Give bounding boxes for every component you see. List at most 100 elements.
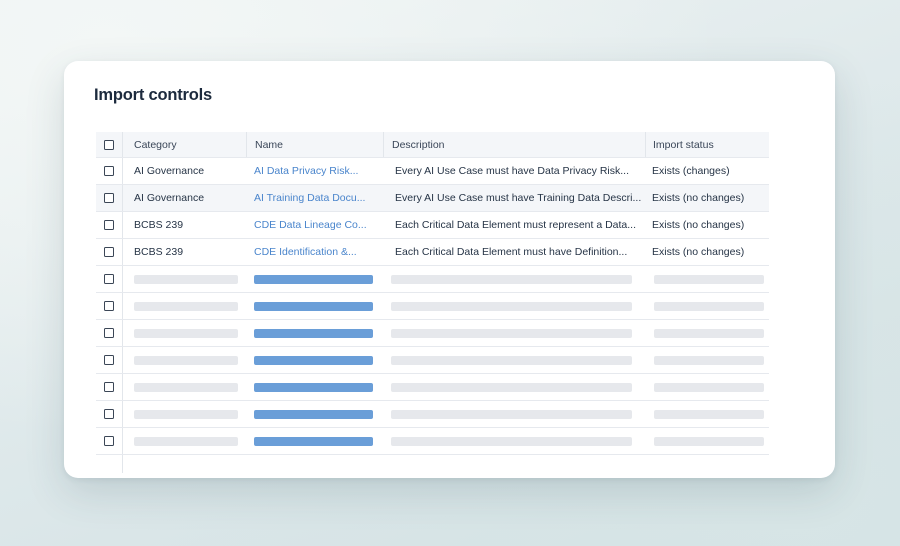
skeleton-cell [246, 401, 383, 427]
table-row-placeholder[interactable] [96, 374, 769, 401]
dialog-title: Import controls [94, 86, 213, 104]
row-import-status: Exists (no changes) [652, 219, 745, 231]
category-skeleton-bar [134, 274, 238, 284]
description-skeleton-bar [391, 328, 632, 338]
row-category: BCBS 239 [134, 246, 184, 258]
skeleton-cell [383, 401, 645, 427]
skeleton-cell [645, 293, 769, 319]
name-skeleton-bar [254, 436, 373, 446]
table-row[interactable]: BCBS 239 CDE Identification &... Each Cr… [96, 239, 769, 266]
row-import-status: Exists (no changes) [652, 246, 745, 258]
skeleton-cell [124, 320, 246, 346]
description-skeleton-bar [391, 409, 632, 419]
name-skeleton-bar [254, 301, 373, 311]
skeleton-cell [645, 266, 769, 292]
column-header-import-status[interactable]: Import status [645, 132, 769, 157]
row-checkbox[interactable] [104, 436, 114, 446]
table-row-placeholder[interactable] [96, 401, 769, 428]
status-skeleton-bar [654, 301, 764, 311]
select-all-checkbox[interactable] [104, 139, 114, 150]
row-import-status: Exists (no changes) [652, 192, 745, 204]
skeleton-cell [124, 293, 246, 319]
row-checkbox[interactable] [104, 328, 114, 338]
skeleton-cell [124, 428, 246, 454]
row-checkbox[interactable] [104, 166, 114, 176]
row-description: Every AI Use Case must have Training Dat… [395, 192, 642, 204]
row-checkbox[interactable] [104, 220, 114, 230]
name-skeleton-bar [254, 328, 373, 338]
category-skeleton-bar [134, 328, 238, 338]
category-skeleton-bar [134, 436, 238, 446]
row-checkbox-cell [96, 212, 123, 238]
skeleton-cell [383, 374, 645, 400]
row-checkbox[interactable] [104, 355, 114, 365]
skeleton-cell [645, 374, 769, 400]
description-skeleton-bar [391, 436, 632, 446]
name-skeleton-bar [254, 274, 373, 284]
table-row[interactable]: AI Governance AI Data Privacy Risk... Ev… [96, 158, 769, 185]
row-name-link[interactable]: AI Data Privacy Risk... [246, 158, 383, 184]
skeleton-cell [246, 347, 383, 373]
row-checkbox[interactable] [104, 409, 114, 419]
status-skeleton-bar [654, 409, 764, 419]
loading-rows [96, 266, 769, 455]
status-skeleton-bar [654, 355, 764, 365]
table-footer [96, 455, 769, 473]
status-skeleton-bar [654, 382, 764, 392]
controls-table: Category Name Description Import status … [96, 132, 769, 473]
row-checkbox[interactable] [104, 247, 114, 257]
skeleton-cell [645, 401, 769, 427]
skeleton-cell [124, 374, 246, 400]
skeleton-cell [246, 320, 383, 346]
row-checkbox-cell [96, 293, 123, 319]
row-checkbox[interactable] [104, 382, 114, 392]
row-checkbox-cell [96, 266, 123, 292]
row-category: AI Governance [134, 165, 205, 177]
category-skeleton-bar [134, 301, 238, 311]
status-skeleton-bar [654, 328, 764, 338]
name-skeleton-bar [254, 355, 373, 365]
skeleton-cell [124, 401, 246, 427]
column-header-description[interactable]: Description [383, 132, 645, 157]
table-row-placeholder[interactable] [96, 293, 769, 320]
skeleton-cell [383, 293, 645, 319]
import-controls-dialog: Import controls Category Name Descriptio… [64, 61, 835, 478]
table-row[interactable]: AI Governance AI Training Data Docu... E… [96, 185, 769, 212]
skeleton-cell [246, 293, 383, 319]
row-checkbox-cell [96, 320, 123, 346]
table-header-row: Category Name Description Import status [96, 132, 769, 158]
skeleton-cell [246, 266, 383, 292]
status-skeleton-bar [654, 436, 764, 446]
table-row[interactable]: BCBS 239 CDE Data Lineage Co... Each Cri… [96, 212, 769, 239]
row-checkbox[interactable] [104, 274, 114, 284]
row-checkbox-cell [96, 374, 123, 400]
table-row-placeholder[interactable] [96, 428, 769, 455]
skeleton-cell [645, 320, 769, 346]
description-skeleton-bar [391, 382, 632, 392]
table-row-placeholder[interactable] [96, 347, 769, 374]
skeleton-cell [246, 428, 383, 454]
status-skeleton-bar [654, 274, 764, 284]
skeleton-cell [246, 374, 383, 400]
row-description: Each Critical Data Element must have Def… [395, 246, 628, 258]
row-name-link[interactable]: CDE Data Lineage Co... [246, 212, 383, 238]
row-category: AI Governance [134, 192, 205, 204]
row-description: Every AI Use Case must have Data Privacy… [395, 165, 629, 177]
row-name-link[interactable]: CDE Identification &... [246, 239, 383, 265]
table-row-placeholder[interactable] [96, 320, 769, 347]
table-row-placeholder[interactable] [96, 266, 769, 293]
skeleton-cell [383, 320, 645, 346]
select-all-cell [96, 132, 123, 157]
column-header-category[interactable]: Category [124, 132, 246, 157]
row-checkbox-cell [96, 239, 123, 265]
skeleton-cell [124, 347, 246, 373]
footer-check-column [96, 455, 123, 473]
category-skeleton-bar [134, 409, 238, 419]
row-checkbox[interactable] [104, 193, 114, 203]
row-checkbox[interactable] [104, 301, 114, 311]
category-skeleton-bar [134, 382, 238, 392]
skeleton-cell [645, 347, 769, 373]
column-header-name[interactable]: Name [246, 132, 383, 157]
row-name-link[interactable]: AI Training Data Docu... [246, 185, 383, 211]
row-checkbox-cell [96, 401, 123, 427]
